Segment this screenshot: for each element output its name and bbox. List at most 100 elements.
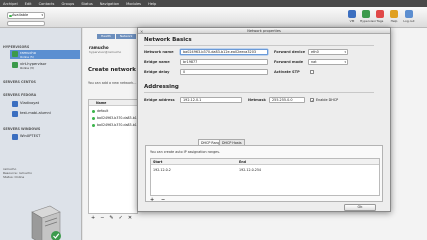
add-range-button[interactable]: + — [150, 197, 154, 203]
tags-button[interactable]: Tags — [374, 10, 386, 26]
hypervisor-icon — [12, 62, 18, 68]
netmask-field[interactable]: 255.255.0.0 — [269, 97, 305, 103]
menu-groups[interactable]: Groups — [61, 2, 74, 6]
roster-item-status: Online (5) — [20, 55, 34, 59]
dialog-titlebar: × Network properties — [138, 28, 390, 34]
group-header-centos[interactable]: SERVERS CENTOS — [3, 80, 36, 84]
create-network-title: Create network — [88, 67, 136, 73]
tags-button-label: Tags — [376, 19, 384, 23]
user-info-status: Status: Online — [3, 175, 25, 179]
tab-network[interactable]: Network — [115, 34, 137, 39]
search-input[interactable] — [7, 21, 45, 26]
activate-network-button[interactable]: ✓ — [119, 215, 123, 221]
forward-device-select[interactable]: eth0 ▾ — [308, 49, 348, 55]
toolbar: Available ▾ VM Hypervisor Tags Help Log … — [0, 7, 427, 28]
networks-table: Name default ba024963-b370-da83-b12e-ea0… — [88, 99, 138, 214]
status-dot-icon — [92, 124, 95, 127]
network-name: default — [97, 109, 109, 113]
roster-item-test-mabi-alumni[interactable]: test-mabi-alumni — [10, 110, 80, 119]
logout-button-label: Log out — [403, 19, 415, 23]
column-start[interactable]: Start — [153, 159, 162, 165]
roster-item-name: test-mabi-alumni — [20, 111, 51, 115]
chevron-down-icon: ▾ — [41, 13, 43, 17]
roster-item-virt-hypervisor[interactable]: virt-hypervisor Online (3) — [10, 61, 80, 70]
table-row[interactable]: default — [89, 108, 137, 115]
activate-stp-checkbox[interactable] — [310, 70, 314, 74]
status-dot-icon — [9, 14, 12, 17]
forward-mode-value: nat — [311, 60, 317, 64]
network-name-field[interactable]: ba024963-b370-da83-b12e-ea02eeca3203 — [180, 49, 268, 55]
status-dot-icon — [92, 110, 95, 113]
bridge-name-field[interactable]: br19877 — [180, 59, 268, 65]
forward-mode-label: Forward mode — [274, 60, 304, 64]
activate-stp-label: Activate STP — [274, 70, 300, 74]
network-properties-dialog: × Network properties Network Basics Netw… — [137, 27, 391, 212]
table-row[interactable]: ba024963-b370-da83-b12e-ea02eeca3203 — [89, 122, 137, 129]
roster-sidebar: HYPERVISORS ramucho Online (5) virt-hype… — [0, 28, 82, 240]
roster-item-name: WinXPTEST — [20, 134, 41, 138]
group-header-hypervisors[interactable]: HYPERVISORS — [3, 45, 29, 49]
enable-dhcp-label: Enable DHCP — [316, 98, 339, 102]
create-network-text: You can add a new network... — [88, 81, 137, 85]
close-icon[interactable]: × — [140, 29, 143, 35]
tab-health[interactable]: Health — [97, 34, 115, 39]
group-header-windows[interactable]: SERVERS WINDOWS — [3, 127, 40, 131]
roster-item-ramucho[interactable]: ramucho Online (5) — [10, 50, 80, 59]
enable-dhcp-checkbox[interactable] — [310, 98, 314, 103]
vm-icon — [348, 10, 356, 18]
networks-footer: + − ✎ ✓ ✕ — [88, 214, 138, 221]
help-button-label: Help — [390, 19, 398, 23]
logout-button[interactable]: Log out — [403, 10, 415, 26]
status-label: Available — [12, 13, 29, 17]
range-end: 192.12.0.254 — [239, 168, 262, 172]
ok-button[interactable]: Ok — [344, 204, 376, 211]
server-icon — [31, 205, 61, 240]
bridge-address-label: Bridge address — [144, 98, 175, 102]
logout-icon — [405, 10, 413, 18]
deactivate-network-button[interactable]: ✕ — [128, 215, 132, 221]
range-start: 192.12.0.2 — [153, 168, 171, 172]
networks-table-header: Name — [89, 100, 137, 106]
menu-status[interactable]: Status — [81, 2, 92, 6]
group-header-fedora[interactable]: SERVERS FEDORA — [3, 93, 36, 97]
dhcp-ranges-header: Start End — [151, 159, 379, 165]
divider — [144, 45, 374, 46]
dialog-title: Network properties — [247, 29, 281, 33]
user-info: ramucho Resource: ramucho Status: Online — [3, 167, 32, 179]
add-network-button[interactable]: + — [91, 215, 95, 221]
vm-icon — [12, 101, 18, 107]
menu-modules[interactable]: Modules — [126, 2, 141, 6]
bridge-delay-field[interactable]: 0 — [180, 69, 268, 75]
roster-item-vladivoyat[interactable]: Vladivoyat — [10, 100, 80, 109]
column-end[interactable]: End — [239, 159, 246, 165]
help-icon — [390, 10, 398, 18]
netmask-label: Netmask — [248, 98, 266, 102]
menu-help[interactable]: Help — [148, 2, 156, 6]
hypervisor-button[interactable]: Hypervisor — [360, 10, 376, 26]
roster-item-winxptest[interactable]: WinXPTEST — [10, 133, 80, 142]
vm-button[interactable]: VM — [346, 10, 358, 26]
help-button[interactable]: Help — [388, 10, 400, 26]
menu-edit[interactable]: Edit — [25, 2, 32, 6]
roster-item-name: Vladivoyat — [20, 101, 40, 105]
menu-archipel[interactable]: Archipel — [3, 2, 18, 6]
hypervisor-icon — [12, 51, 18, 57]
menu-navigation[interactable]: Navigation — [100, 2, 119, 6]
status-select[interactable]: Available ▾ — [7, 12, 45, 19]
bridge-delay-label: Bridge delay — [144, 70, 170, 74]
remove-range-button[interactable]: − — [161, 197, 165, 203]
network-name: ba024963-b370-da83-b12e-ea02eeca3203 — [97, 123, 137, 127]
vm-icon — [12, 111, 18, 117]
dhcp-ranges-description: You can create auto IP assignation range… — [150, 150, 220, 154]
menubar: Archipel Edit Contacts Groups Status Nav… — [0, 0, 427, 7]
forward-device-value: eth0 — [311, 50, 319, 54]
forward-device-label: Forward device — [274, 50, 306, 54]
status-dot-icon — [92, 117, 95, 120]
bridge-address-field[interactable]: 192.12.0.1 — [180, 97, 242, 103]
menu-contacts[interactable]: Contacts — [39, 2, 55, 6]
addressing-heading: Addressing — [144, 84, 179, 90]
edit-network-button[interactable]: ✎ — [109, 215, 113, 221]
forward-mode-select[interactable]: nat ▾ — [308, 59, 348, 65]
remove-network-button[interactable]: − — [100, 215, 104, 221]
table-row[interactable]: ba024963-b370-da83-b12e-ea02eeca3203 — [89, 115, 137, 122]
